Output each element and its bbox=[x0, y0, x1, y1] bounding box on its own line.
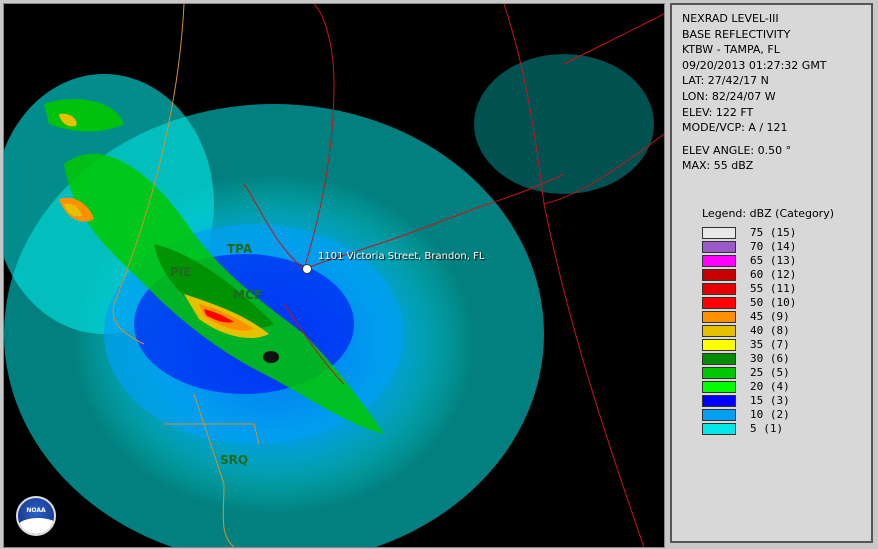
legend-row: 35 (7) bbox=[702, 338, 871, 352]
legend-row: 70 (14) bbox=[702, 240, 871, 254]
city-label-tpa: TPA bbox=[227, 242, 253, 256]
legend: 75 (15) 70 (14) 65 (13) 60 (12) 55 (11) 50 (1… bbox=[682, 226, 871, 436]
legend-label: 75 (15) bbox=[750, 226, 797, 240]
product-type: BASE REFLECTIVITY bbox=[682, 27, 791, 41]
legend-row: 45 (9) bbox=[702, 310, 871, 324]
legend-swatch bbox=[702, 408, 736, 421]
legend-swatch bbox=[702, 240, 736, 253]
legend-swatch bbox=[702, 352, 736, 365]
legend-row: 30 (6) bbox=[702, 352, 871, 366]
mode-vcp: MODE/VCP: A / 121 bbox=[682, 121, 788, 135]
legend-swatch bbox=[702, 310, 736, 323]
legend-label: 25 (5) bbox=[750, 366, 790, 380]
radar-site-marker bbox=[263, 351, 279, 363]
address-label: 1101 Victoria Street, Brandon, FL bbox=[318, 251, 485, 262]
station-name: KTBW - TAMPA, FL bbox=[682, 43, 780, 57]
legend-swatch bbox=[702, 366, 736, 379]
legend-swatch bbox=[702, 324, 736, 337]
legend-label: 20 (4) bbox=[750, 380, 790, 394]
legend-swatch bbox=[702, 282, 736, 295]
legend-row: 60 (12) bbox=[702, 268, 871, 282]
legend-swatch bbox=[702, 338, 736, 351]
legend-label: 35 (7) bbox=[750, 338, 790, 352]
longitude: LON: 82/24/07 W bbox=[682, 89, 776, 103]
legend-label: 50 (10) bbox=[750, 296, 797, 310]
elevation-angle: ELEV ANGLE: 0.50 ° bbox=[682, 143, 792, 157]
legend-row: 15 (3) bbox=[702, 394, 871, 408]
legend-swatch bbox=[702, 380, 736, 393]
legend-row: 40 (8) bbox=[702, 324, 871, 338]
legend-label: 70 (14) bbox=[750, 240, 797, 254]
legend-row: 65 (13) bbox=[702, 254, 871, 268]
legend-swatch bbox=[702, 226, 736, 239]
legend-row: 75 (15) bbox=[702, 226, 871, 240]
legend-label: 10 (2) bbox=[750, 408, 790, 422]
legend-label: 15 (3) bbox=[750, 394, 790, 408]
noaa-logo-text: NOAA bbox=[26, 507, 46, 514]
legend-label: 40 (8) bbox=[750, 324, 790, 338]
legend-swatch bbox=[702, 394, 736, 407]
legend-label: 55 (11) bbox=[750, 282, 797, 296]
legend-row: 10 (2) bbox=[702, 408, 871, 422]
timestamp: 09/20/2013 01:27:32 GMT bbox=[682, 58, 827, 72]
legend-row: 5 (1) bbox=[702, 422, 871, 436]
info-panel: NEXRAD LEVEL-III BASE REFLECTIVITY KTBW … bbox=[670, 3, 873, 543]
address-marker[interactable] bbox=[302, 264, 312, 274]
legend-swatch bbox=[702, 254, 736, 267]
legend-label: 65 (13) bbox=[750, 254, 797, 268]
legend-swatch bbox=[702, 422, 736, 435]
legend-label: 30 (6) bbox=[750, 352, 790, 366]
legend-row: 20 (4) bbox=[702, 380, 871, 394]
legend-row: 50 (10) bbox=[702, 296, 871, 310]
city-label-mcf: MCF bbox=[233, 288, 262, 302]
max-reflectivity: MAX: 55 dBZ bbox=[682, 159, 754, 173]
legend-label: 45 (9) bbox=[750, 310, 790, 324]
legend-label: 5 (1) bbox=[750, 422, 784, 436]
noaa-logo-icon: NOAA bbox=[16, 496, 56, 536]
latitude: LAT: 27/42/17 N bbox=[682, 74, 769, 88]
elevation: ELEV: 122 FT bbox=[682, 105, 754, 119]
legend-row: 25 (5) bbox=[702, 366, 871, 380]
legend-row: 55 (11) bbox=[702, 282, 871, 296]
city-label-pie: PIE bbox=[170, 265, 192, 279]
legend-title: Legend: dBZ (Category) bbox=[702, 206, 834, 220]
legend-label: 60 (12) bbox=[750, 268, 797, 282]
legend-swatch bbox=[702, 268, 736, 281]
product-title: NEXRAD LEVEL-III bbox=[682, 12, 779, 25]
radar-map: TPA PIE MCF SRQ 1101 Victoria Street, Br… bbox=[3, 3, 665, 548]
city-label-srq: SRQ bbox=[220, 453, 249, 467]
reflectivity-image bbox=[4, 4, 664, 547]
legend-swatch bbox=[702, 296, 736, 309]
